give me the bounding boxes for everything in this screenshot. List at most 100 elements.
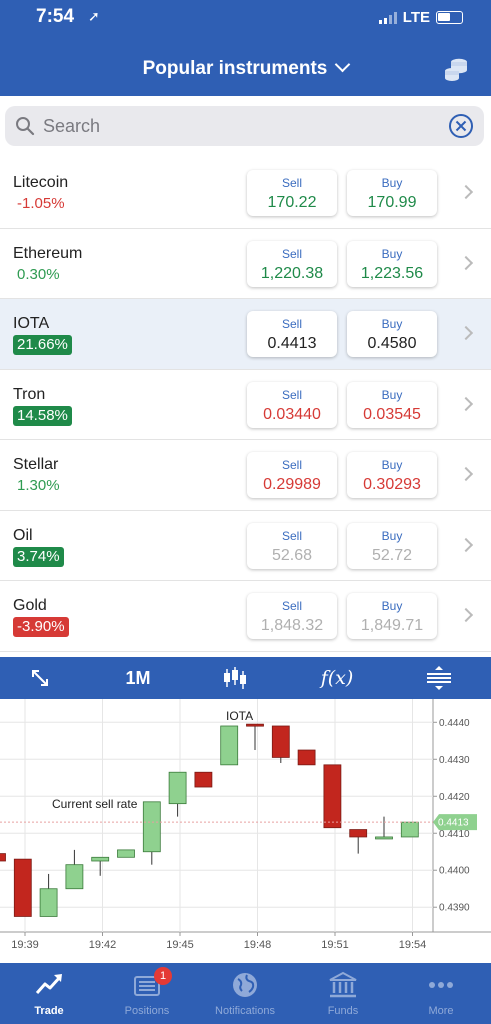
tab-label: Trade xyxy=(34,1005,64,1017)
sell-price: 0.03440 xyxy=(263,405,321,423)
change-percent: 0.30% xyxy=(17,265,60,283)
candle-body xyxy=(13,858,32,917)
buy-button[interactable]: Buy 52.72 xyxy=(347,522,437,569)
search-box[interactable] xyxy=(5,106,484,146)
candle-body xyxy=(168,771,187,805)
sell-button[interactable]: Sell 170.22 xyxy=(247,170,337,216)
network-label: LTE xyxy=(402,9,430,26)
instrument-list-selector[interactable]: Popular instruments xyxy=(0,56,491,80)
chevron-right-icon[interactable] xyxy=(458,325,474,341)
buy-button[interactable]: Buy 170.99 xyxy=(347,170,437,216)
y-tick-label: 0.4400 xyxy=(439,866,470,877)
expand-chart-button[interactable] xyxy=(25,657,55,699)
sell-label: Sell xyxy=(281,176,302,190)
instrument-name: Oil xyxy=(13,526,33,544)
coins-icon[interactable] xyxy=(443,56,469,82)
buy-price: 52.72 xyxy=(371,546,413,564)
instrument-row-iota[interactable]: IOTA 21.66% Sell 0.4413 Buy 0.4580 xyxy=(0,299,491,370)
indicators-button[interactable]: f(x) xyxy=(312,657,362,699)
search-bar xyxy=(0,96,491,158)
sell-price: 0.29989 xyxy=(263,476,321,493)
chevron-right-icon[interactable] xyxy=(458,466,474,482)
candle-body xyxy=(65,864,84,890)
buy-button[interactable]: Buy 1,223.56 xyxy=(347,240,437,287)
status-indicators: LTE xyxy=(378,9,463,26)
tab-more[interactable]: More xyxy=(392,963,490,1024)
y-tick-label: 0.4410 xyxy=(439,829,470,840)
sell-button[interactable]: Sell 0.4413 xyxy=(247,311,337,357)
buy-button[interactable]: Buy 0.4580 xyxy=(347,311,437,357)
sell-label: Sell xyxy=(281,387,302,402)
change-percent: 21.66% xyxy=(13,335,72,355)
candle-body xyxy=(297,749,316,766)
chart-type-button[interactable] xyxy=(218,657,252,699)
sell-button[interactable]: Sell 0.29989 xyxy=(247,452,337,498)
x-tick-label: 19:42 xyxy=(89,939,117,951)
timeframe-button[interactable]: 1M xyxy=(113,657,163,699)
candle-body xyxy=(39,888,58,917)
instrument-row-stellar[interactable]: Stellar 1.30% Sell 0.29989 Buy 0.30293 xyxy=(0,440,491,511)
sell-button[interactable]: Sell 1,848.32 xyxy=(247,593,337,639)
chevron-right-icon[interactable] xyxy=(458,607,474,623)
buy-price: 170.99 xyxy=(367,194,417,211)
instrument-row-gold[interactable]: Gold -3.90% Sell 1,848.32 Buy 1,849.71 xyxy=(0,581,491,652)
menu-lines-icon xyxy=(427,666,451,690)
price-chart[interactable]: 0.4440 0.4430 0.4420 0.4410 0.4400 0.4390 19:… xyxy=(0,699,491,963)
chevron-right-icon[interactable] xyxy=(458,184,474,200)
search-icon xyxy=(16,117,35,136)
tab-positions[interactable]: 1 Positions xyxy=(98,963,196,1024)
sell-label: Sell xyxy=(281,246,302,261)
clear-search-icon[interactable] xyxy=(448,113,474,139)
search-input[interactable] xyxy=(43,114,423,138)
current-sell-rate-annotation: Current sell rate xyxy=(52,797,138,811)
sell-button[interactable]: Sell 52.68 xyxy=(247,522,337,569)
status-bar: 7:54 ➚ LTE xyxy=(0,0,491,44)
location-arrow-icon: ➚ xyxy=(88,8,100,24)
candlestick-chart[interactable]: 0.4440 0.4430 0.4420 0.4410 0.4400 0.4390 19:… xyxy=(0,699,491,963)
tab-trade[interactable]: Trade xyxy=(0,963,98,1024)
sell-price: 52.68 xyxy=(271,546,313,564)
instrument-row-oil[interactable]: Oil 3.74% Sell 52.68 Buy 52.72 xyxy=(0,510,491,581)
tab-notifications[interactable]: Notifications xyxy=(196,963,294,1024)
candle-body xyxy=(349,829,368,838)
tab-label: More xyxy=(428,1005,454,1017)
buy-price: 1,223.56 xyxy=(360,264,424,282)
buy-label: Buy xyxy=(381,387,403,402)
buy-label: Buy xyxy=(381,458,403,472)
buy-price: 0.30293 xyxy=(363,476,421,493)
buy-price: 0.4580 xyxy=(367,335,417,352)
candle xyxy=(117,849,135,858)
buy-label: Buy xyxy=(381,317,403,331)
instrument-name: Ethereum xyxy=(13,244,83,262)
chart-settings-button[interactable] xyxy=(422,657,456,699)
x-tick-label: 19:39 xyxy=(11,939,39,951)
x-tick-label: 19:54 xyxy=(399,939,427,951)
instrument-row-tron[interactable]: Tron 14.58% Sell 0.03440 Buy 0.03545 xyxy=(0,369,491,440)
sell-price: 1,848.32 xyxy=(260,617,324,634)
x-tick-label: 19:48 xyxy=(244,939,272,951)
y-tick-label: 0.4420 xyxy=(439,792,470,803)
expand-icon xyxy=(32,670,48,686)
sell-button[interactable]: Sell 0.03440 xyxy=(247,381,337,428)
status-time: 7:54 xyxy=(36,6,75,27)
candlestick-icon xyxy=(224,667,246,689)
buy-button[interactable]: Buy 0.03545 xyxy=(347,381,437,428)
sell-label: Sell xyxy=(281,528,302,543)
tab-funds[interactable]: Funds xyxy=(294,963,392,1024)
instrument-row-litecoin[interactable]: Litecoin -1.05% Sell 170.22 Buy 170.99 xyxy=(0,158,491,229)
x-tick-label: 19:45 xyxy=(166,939,194,951)
chevron-right-icon[interactable] xyxy=(458,537,474,552)
chevron-right-icon[interactable] xyxy=(458,396,474,411)
plot-background xyxy=(0,699,433,932)
chevron-right-icon[interactable] xyxy=(458,255,474,270)
buy-button[interactable]: Buy 1,849.71 xyxy=(347,593,437,639)
tab-label: Funds xyxy=(327,1005,359,1017)
candle xyxy=(220,725,239,766)
trend-up-icon xyxy=(35,974,62,994)
instrument-row-ethereum[interactable]: Ethereum 0.30% Sell 1,220.38 Buy 1,223.56 xyxy=(0,228,491,299)
candle xyxy=(271,725,290,763)
sell-label: Sell xyxy=(281,317,302,331)
sell-button[interactable]: Sell 1,220.38 xyxy=(247,240,337,287)
change-percent: -3.90% xyxy=(13,617,69,637)
buy-button[interactable]: Buy 0.30293 xyxy=(347,452,437,498)
